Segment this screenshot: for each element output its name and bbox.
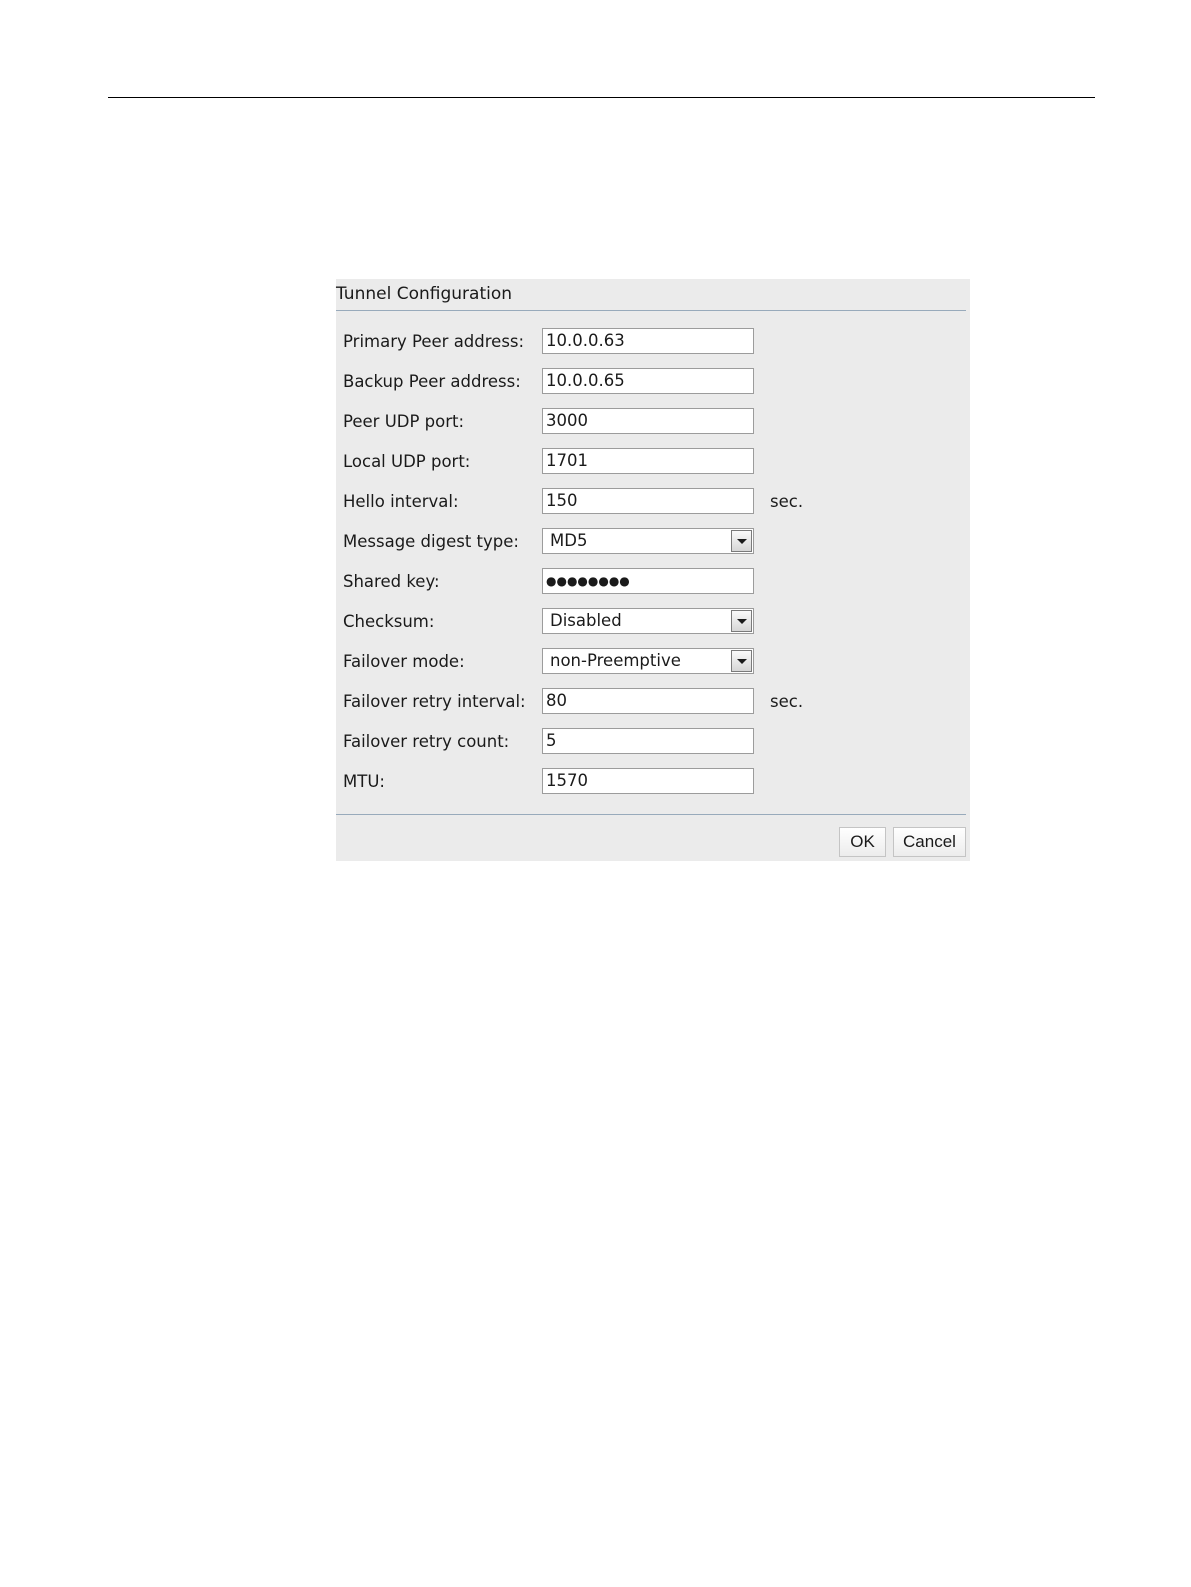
peer-udp-port-label: Peer UDP port:: [343, 412, 465, 431]
primary-peer-address-input[interactable]: 10.0.0.63: [542, 328, 754, 354]
checksum-dropdown-button[interactable]: [731, 610, 752, 632]
backup-peer-address-label: Backup Peer address:: [343, 372, 521, 391]
local-udp-port-input[interactable]: 1701: [542, 448, 754, 474]
hello-interval-unit: sec.: [770, 492, 804, 511]
backup-peer-address-input[interactable]: 10.0.0.65: [542, 368, 754, 394]
tunnel-configuration-dialog: Tunnel Configuration Primary Peer addres…: [336, 279, 970, 861]
mtu-label: MTU:: [343, 772, 385, 791]
primary-peer-address-label: Primary Peer address:: [343, 332, 525, 351]
failover-mode-dropdown-button[interactable]: [731, 650, 752, 672]
checksum-select[interactable]: Disabled: [542, 608, 754, 634]
hello-interval-input[interactable]: 150: [542, 488, 754, 514]
failover-mode-value: non-Preemptive: [550, 651, 681, 670]
failover-retry-interval-unit: sec.: [770, 692, 804, 711]
chevron-down-icon: [737, 619, 747, 624]
failover-retry-count-input[interactable]: 5: [542, 728, 754, 754]
failover-mode-select[interactable]: non-Preemptive: [542, 648, 754, 674]
failover-retry-interval-input[interactable]: 80: [542, 688, 754, 714]
chevron-down-icon: [737, 539, 747, 544]
peer-udp-port-input[interactable]: 3000: [542, 408, 754, 434]
message-digest-type-select[interactable]: MD5: [542, 528, 754, 554]
message-digest-type-dropdown-button[interactable]: [731, 530, 752, 552]
checksum-label: Checksum:: [343, 612, 435, 631]
footer-divider: [336, 814, 966, 815]
ok-button[interactable]: OK: [839, 827, 886, 857]
page-header-rule: [108, 97, 1095, 98]
shared-key-label: Shared key:: [343, 572, 440, 591]
mtu-input[interactable]: 1570: [542, 768, 754, 794]
failover-retry-interval-label: Failover retry interval:: [343, 692, 526, 711]
failover-mode-label: Failover mode:: [343, 652, 465, 671]
failover-retry-count-label: Failover retry count:: [343, 732, 510, 751]
checksum-value: Disabled: [550, 611, 622, 630]
title-divider: [336, 310, 966, 311]
cancel-button[interactable]: Cancel: [893, 827, 966, 857]
chevron-down-icon: [737, 659, 747, 664]
shared-key-input[interactable]: ●●●●●●●●: [542, 568, 754, 594]
hello-interval-label: Hello interval:: [343, 492, 459, 511]
message-digest-type-label: Message digest type:: [343, 532, 519, 551]
dialog-title: Tunnel Configuration: [336, 284, 513, 304]
local-udp-port-label: Local UDP port:: [343, 452, 471, 471]
message-digest-type-value: MD5: [550, 531, 588, 550]
